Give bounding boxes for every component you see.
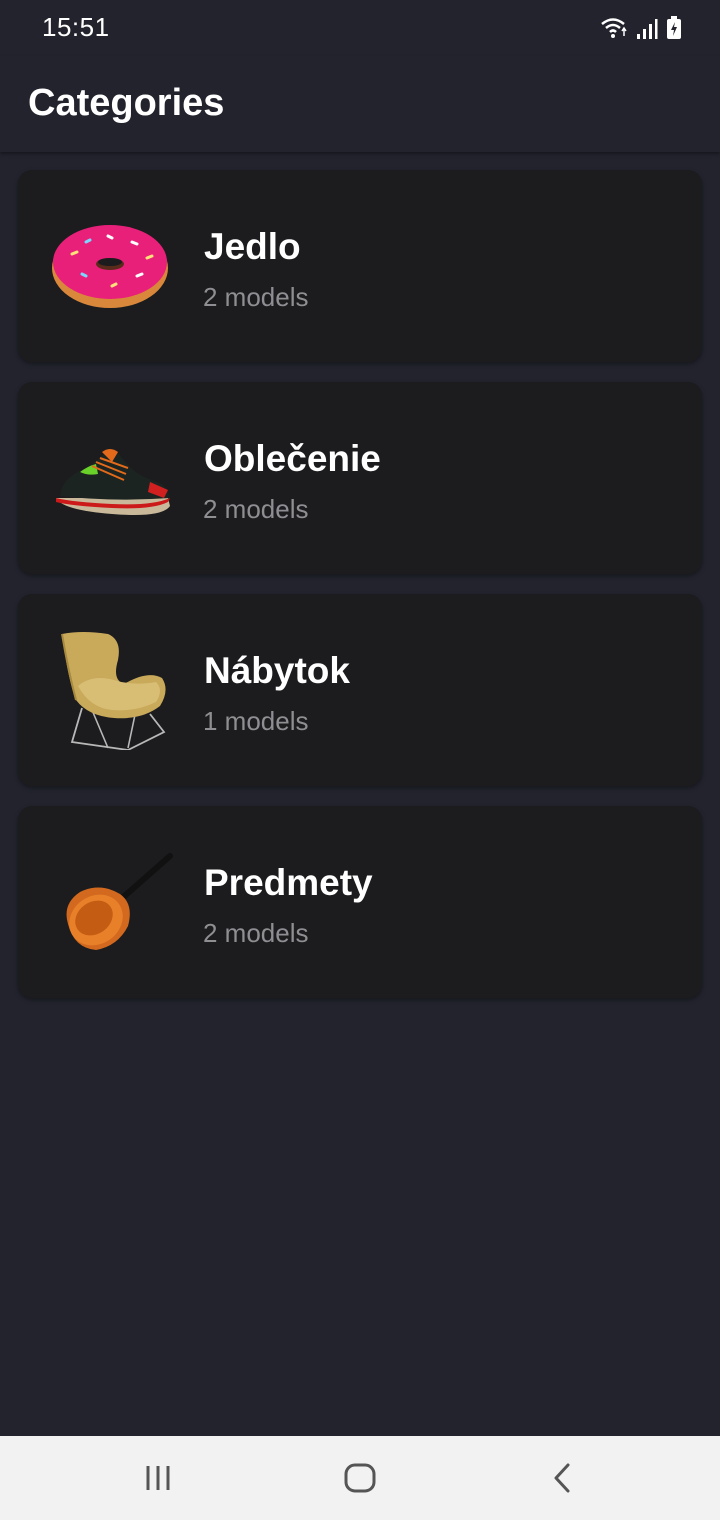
category-card-nabytok[interactable]: Nábytok 1 models [18,594,702,786]
app-bar: Categories [0,56,720,152]
category-count: 2 models [203,494,309,524]
category-title: Nábytok [204,650,350,691]
home-icon[interactable] [330,1458,390,1498]
status-bar: 15:51 [0,0,720,56]
status-icons [600,14,682,40]
pan-icon [66,853,173,950]
recents-icon[interactable] [128,1458,188,1498]
signal-icon [637,19,658,39]
category-card-jedlo[interactable]: Jedlo 2 models [18,170,702,362]
category-card-oblecenie[interactable]: Oblečenie 2 models [18,382,702,574]
category-title: Oblečenie [204,438,381,479]
status-time: 15:51 [42,12,110,42]
category-title: Predmety [204,862,373,903]
page-title: Categories [28,82,225,124]
system-nav-bar [0,1436,720,1520]
category-list: Jedlo 2 models Oblečenie 2 models Nábyto… [18,170,702,1018]
category-count: 2 models [203,918,309,948]
back-icon[interactable] [532,1458,592,1498]
category-title: Jedlo [204,226,301,267]
chair-icon [61,632,166,750]
donut-icon [52,225,168,308]
sneaker-icon [56,449,170,515]
wifi-icon [601,18,627,38]
category-count: 2 models [203,282,309,312]
category-card-predmety[interactable]: Predmety 2 models [18,806,702,998]
battery-icon [667,16,681,39]
category-count: 1 models [203,706,309,736]
